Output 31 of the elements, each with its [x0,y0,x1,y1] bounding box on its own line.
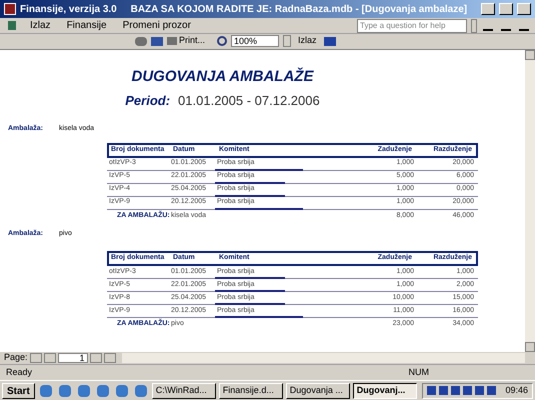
vertical-scrollbar[interactable] [525,50,535,352]
close-preview-button[interactable]: Izlaz [295,34,320,48]
next-page-button[interactable] [90,353,102,363]
clock: 09:46 [505,384,528,397]
taskbar-button[interactable]: Dugovanj... [352,382,417,398]
period-label: Period: [125,92,170,110]
horizontal-scrollbar[interactable] [122,353,525,363]
maximize-button[interactable] [499,3,513,15]
menu-item[interactable]: Finansije [60,18,113,33]
zoom-field[interactable]: 100% [231,35,280,47]
num-lock-indicator: NUM [408,366,429,379]
taskbar-button[interactable]: Dugovanja ... [286,382,350,398]
menu-item[interactable]: Promeni prozor [116,18,197,33]
menu-item[interactable]: Izlaz [24,18,57,33]
page-number-field[interactable]: 1 [58,353,88,363]
help-search-field[interactable]: Type a question for help [357,18,467,32]
prev-page-button[interactable] [44,353,56,363]
window-title: Finansije, verzija 3.0 BAZA SA KOJOM RADITE JE: RadnaBaza.mdb - [Dugovanja ambalaze] [20,2,468,16]
minimize-button[interactable] [481,3,495,15]
first-page-button[interactable] [30,353,42,363]
report-title: DUGOVANJA AMBALAŽE [132,66,314,87]
page-label: Page: [4,351,28,364]
period-dates: 01.01.2005 - 07.12.2006 [178,92,320,110]
status-text: Ready [6,366,34,379]
print-button[interactable]: Print... [167,34,206,48]
start-button[interactable]: Start [2,382,35,398]
app-icon [4,3,16,15]
close-button[interactable] [517,3,531,15]
last-page-button[interactable] [104,353,116,363]
taskbar-button[interactable]: Finansije.d... [218,382,283,398]
taskbar-button[interactable]: C:\WinRad... [152,382,216,398]
